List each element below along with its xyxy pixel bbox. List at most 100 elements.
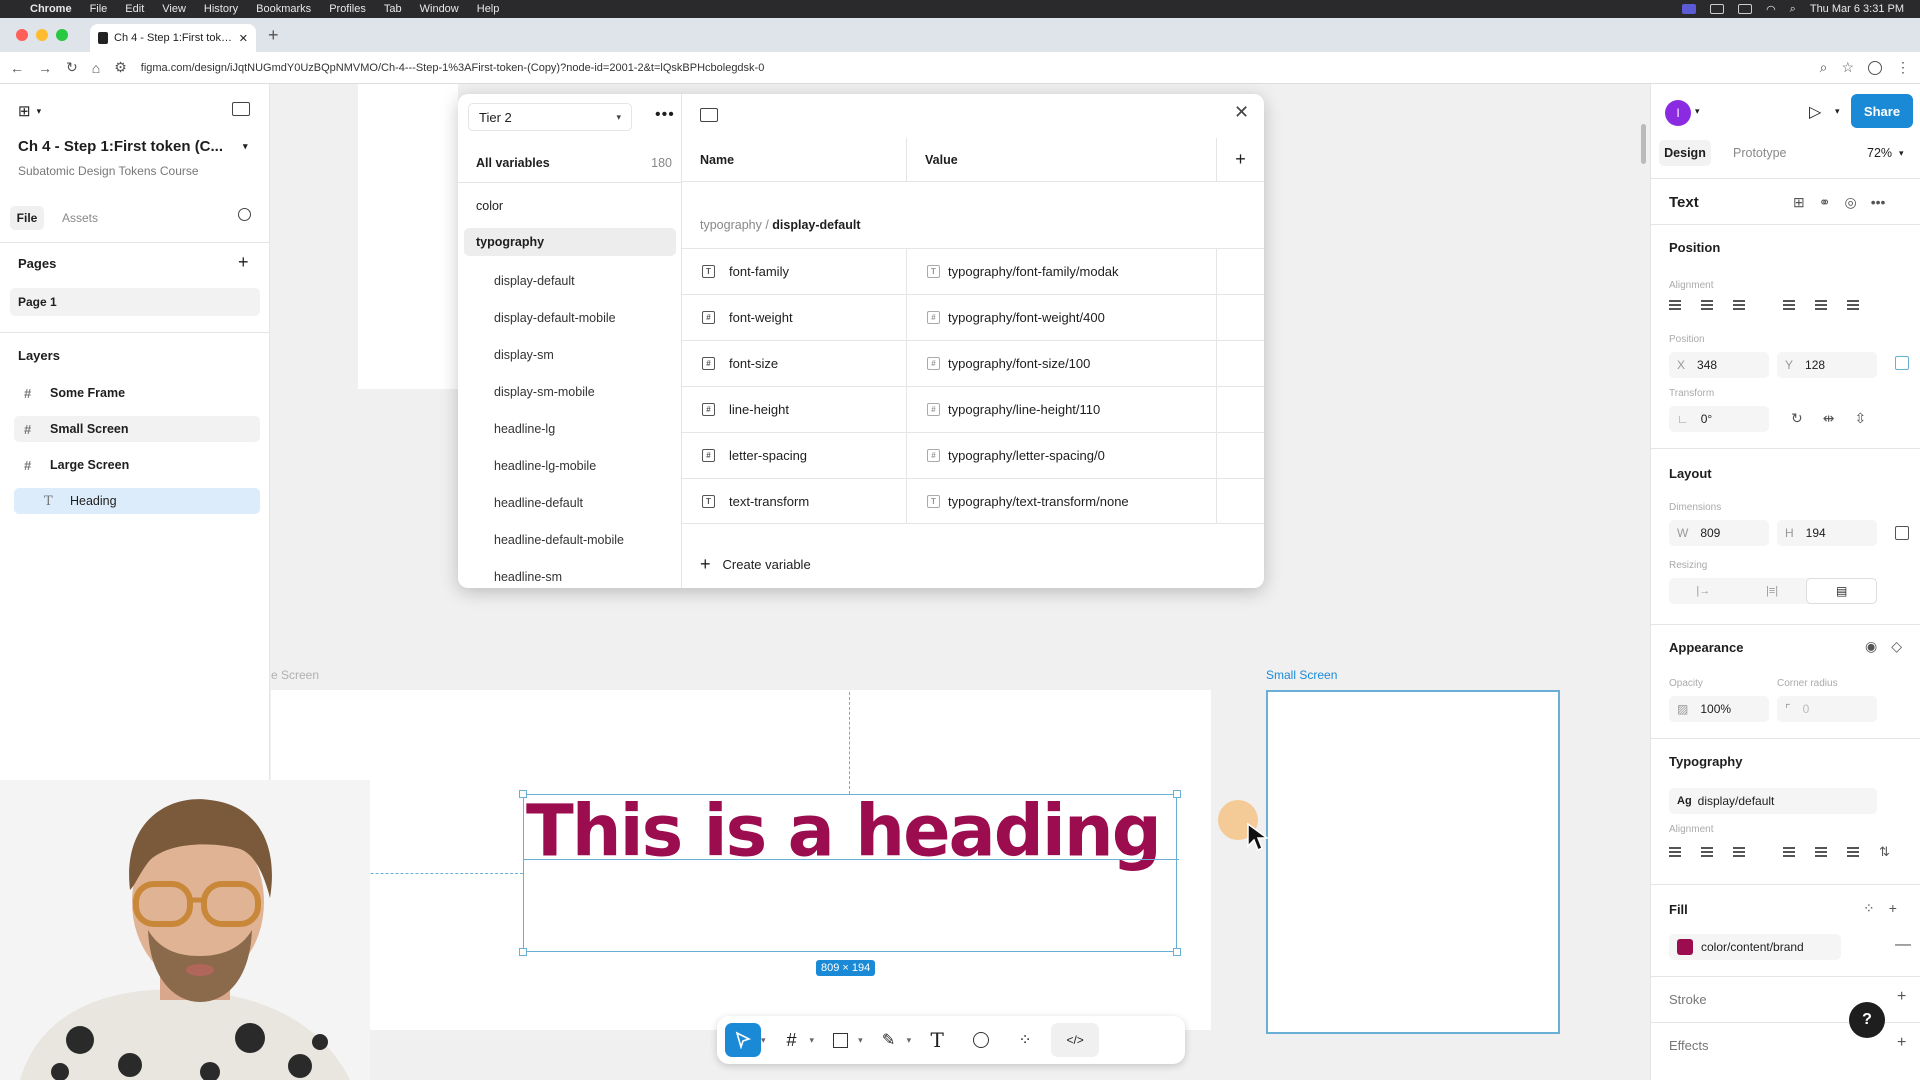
share-button[interactable]: Share [1851, 94, 1913, 128]
toggle-ui-button[interactable] [232, 102, 250, 116]
rotation-input[interactable]: ∟ 0° [1669, 406, 1769, 432]
x-input[interactable]: X 348 [1669, 352, 1769, 378]
chevron-down-icon[interactable]: ▾ [907, 1035, 912, 1046]
layer-large-screen[interactable]: # Large Screen [14, 452, 260, 478]
zoom-icon[interactable]: ⌕ [1820, 59, 1828, 76]
constrain-proportions-icon[interactable] [1895, 526, 1909, 540]
present-icon[interactable]: ▷ [1809, 102, 1821, 122]
y-input[interactable]: Y 128 [1777, 352, 1877, 378]
browser-menu-icon[interactable]: ⋮ [1896, 59, 1910, 76]
url-field[interactable]: figma.com/design/iJqtNUGmdY0UzBQpNMVMO/C… [141, 62, 1806, 74]
group-item-headline-default-mobile[interactable]: headline-default-mobile [494, 533, 624, 547]
layer-small-screen[interactable]: # Small Screen [14, 416, 260, 442]
small-screen-label[interactable]: Small Screen [1266, 668, 1337, 682]
add-effect-icon[interactable]: + [1897, 1034, 1906, 1052]
corner-radius-input[interactable]: ⌜ 0 [1777, 696, 1877, 722]
project-name[interactable]: Subatomic Design Tokens Course [18, 164, 199, 178]
align-center-icon[interactable] [1701, 300, 1713, 310]
group-item-headline-lg-mobile[interactable]: headline-lg-mobile [494, 459, 596, 473]
help-button[interactable]: ? [1849, 1002, 1885, 1038]
group-item-headline-sm[interactable]: headline-sm [494, 570, 562, 584]
variable-row[interactable]: # line-height # typography/line-height/110 [682, 386, 1264, 433]
menu-tab[interactable]: Tab [384, 3, 402, 15]
wifi-icon[interactable]: ◠ [1766, 3, 1776, 16]
flip-vertical-icon[interactable]: ⇳ [1854, 410, 1866, 427]
some-frame[interactable] [358, 84, 458, 389]
chevron-down-icon[interactable]: ▾ [810, 1035, 815, 1046]
fixed-size-icon[interactable]: ▤ [1806, 578, 1878, 604]
new-tab-button[interactable]: + [268, 25, 279, 46]
close-window-button[interactable] [16, 29, 28, 41]
shape-tool-button[interactable] [822, 1023, 858, 1057]
frame-tool-button[interactable]: # [774, 1023, 810, 1057]
page-item-page-1[interactable]: Page 1 [10, 288, 260, 316]
text-style-select[interactable]: Ag display/default [1669, 788, 1877, 814]
battery-icon[interactable] [1738, 4, 1753, 14]
menu-help[interactable]: Help [477, 3, 500, 15]
fixed-width-icon[interactable]: |→ [1669, 578, 1738, 604]
close-tab-icon[interactable]: ✕ [239, 32, 248, 45]
search-menubar-icon[interactable]: ⌕ [1790, 3, 1796, 16]
group-item-display-sm[interactable]: display-sm [494, 348, 554, 362]
text-align-top-icon[interactable] [1783, 847, 1795, 857]
constraints-icon[interactable] [1895, 356, 1909, 370]
pen-tool-button[interactable]: ✎ [871, 1023, 907, 1057]
site-settings-icon[interactable]: ⚙ [114, 59, 127, 76]
height-input[interactable]: H 194 [1777, 520, 1877, 546]
large-screen-label[interactable]: e Screen [271, 668, 319, 682]
browser-tab[interactable]: Ch 4 - Step 1:First token (Co ✕ [90, 24, 256, 52]
dev-mode-button[interactable]: </> [1051, 1023, 1100, 1057]
menu-bookmarks[interactable]: Bookmarks [256, 3, 311, 15]
tab-assets[interactable]: Assets [62, 211, 98, 225]
variable-icon[interactable]: ◎ [1844, 194, 1856, 211]
text-tool-button[interactable]: T [919, 1023, 955, 1057]
group-item-headline-default[interactable]: headline-default [494, 496, 583, 510]
forward-icon[interactable]: → [38, 60, 52, 76]
align-right-icon[interactable] [1733, 300, 1745, 310]
toggle-sidebar-icon[interactable] [700, 108, 718, 122]
heading-text[interactable]: This is a heading [526, 794, 1162, 867]
back-icon[interactable]: ← [10, 60, 24, 76]
clock[interactable]: Thu Mar 6 3:31 PM [1810, 3, 1904, 15]
variable-value[interactable]: typography/line-height/110 [948, 402, 1100, 417]
align-left-icon[interactable] [1669, 300, 1681, 310]
text-align-center-icon[interactable] [1701, 847, 1713, 857]
menu-profiles[interactable]: Profiles [329, 3, 366, 15]
menu-file[interactable]: File [90, 3, 108, 15]
minimize-window-button[interactable] [36, 29, 48, 41]
resize-handle-bl[interactable] [519, 948, 527, 956]
comment-tool-button[interactable] [963, 1023, 999, 1057]
variable-value[interactable]: typography/letter-spacing/0 [948, 448, 1105, 463]
canvas-scrollbar[interactable] [1641, 124, 1646, 164]
visibility-eye-icon[interactable]: ◉ [1865, 638, 1877, 655]
chevron-down-icon[interactable]: ▾ [1695, 106, 1700, 117]
add-stroke-icon[interactable]: + [1897, 988, 1906, 1006]
chevron-down-icon[interactable]: ▾ [1899, 148, 1904, 159]
layer-heading[interactable]: T Heading [14, 488, 260, 514]
add-mode-icon[interactable]: + [1217, 138, 1264, 182]
zoom-window-button[interactable] [56, 29, 68, 41]
camera-icon[interactable] [1710, 4, 1725, 14]
align-bottom-icon[interactable] [1847, 300, 1859, 310]
rotate-icon[interactable]: ↻ [1791, 410, 1803, 427]
menu-history[interactable]: History [204, 3, 238, 15]
move-tool-button[interactable] [725, 1023, 761, 1057]
menu-app[interactable]: Chrome [30, 3, 72, 15]
screen-share-icon[interactable] [1682, 4, 1697, 14]
text-align-middle-icon[interactable] [1815, 847, 1827, 857]
component-icon[interactable]: ⊞ [1793, 194, 1805, 211]
resize-handle-tr[interactable] [1173, 790, 1181, 798]
width-input[interactable]: W 809 [1669, 520, 1769, 546]
tab-file[interactable]: File [10, 206, 44, 230]
actions-tool-button[interactable]: ⁘ [1007, 1023, 1043, 1057]
main-menu-button[interactable]: ⊞ ▾ [18, 102, 41, 120]
align-top-icon[interactable] [1783, 300, 1795, 310]
fill-variable[interactable]: color/content/brand [1669, 934, 1841, 960]
group-color[interactable]: color [464, 192, 676, 220]
bookmark-star-icon[interactable]: ☆ [1841, 59, 1854, 76]
more-icon[interactable]: ••• [1871, 194, 1886, 211]
file-title[interactable]: Ch 4 - Step 1:First token (C... ▾ [18, 138, 248, 155]
remove-fill-icon[interactable]: — [1895, 936, 1911, 954]
text-align-bottom-icon[interactable] [1847, 847, 1859, 857]
variable-value[interactable]: typography/font-weight/400 [948, 310, 1105, 325]
